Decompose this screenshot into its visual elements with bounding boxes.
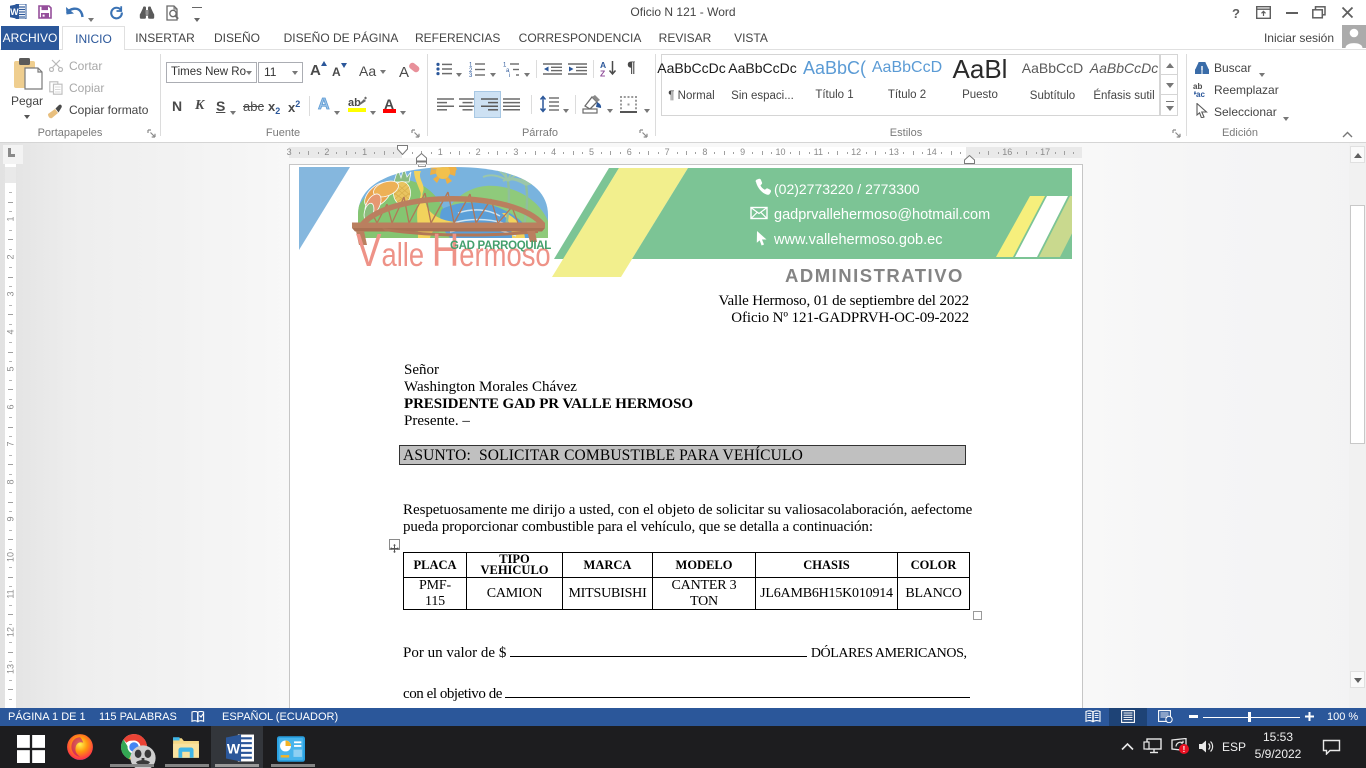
- svg-text:A: A: [399, 64, 409, 80]
- svg-text:ac: ac: [1196, 90, 1205, 97]
- svg-text:?: ?: [1232, 6, 1240, 20]
- svg-text:Z: Z: [600, 69, 605, 78]
- svg-text:!: !: [1183, 745, 1186, 754]
- svg-text:i: i: [509, 73, 510, 77]
- svg-text:gadprvallehermoso@hotmail.com: gadprvallehermoso@hotmail.com: [774, 207, 990, 223]
- svg-text:3: 3: [469, 73, 473, 77]
- svg-text:W: W: [227, 740, 241, 756]
- svg-text:www.vallehermoso.gob.ec: www.vallehermoso.gob.ec: [773, 232, 942, 248]
- svg-text:(02)2773220 / 2773300: (02)2773220 / 2773300: [774, 181, 920, 197]
